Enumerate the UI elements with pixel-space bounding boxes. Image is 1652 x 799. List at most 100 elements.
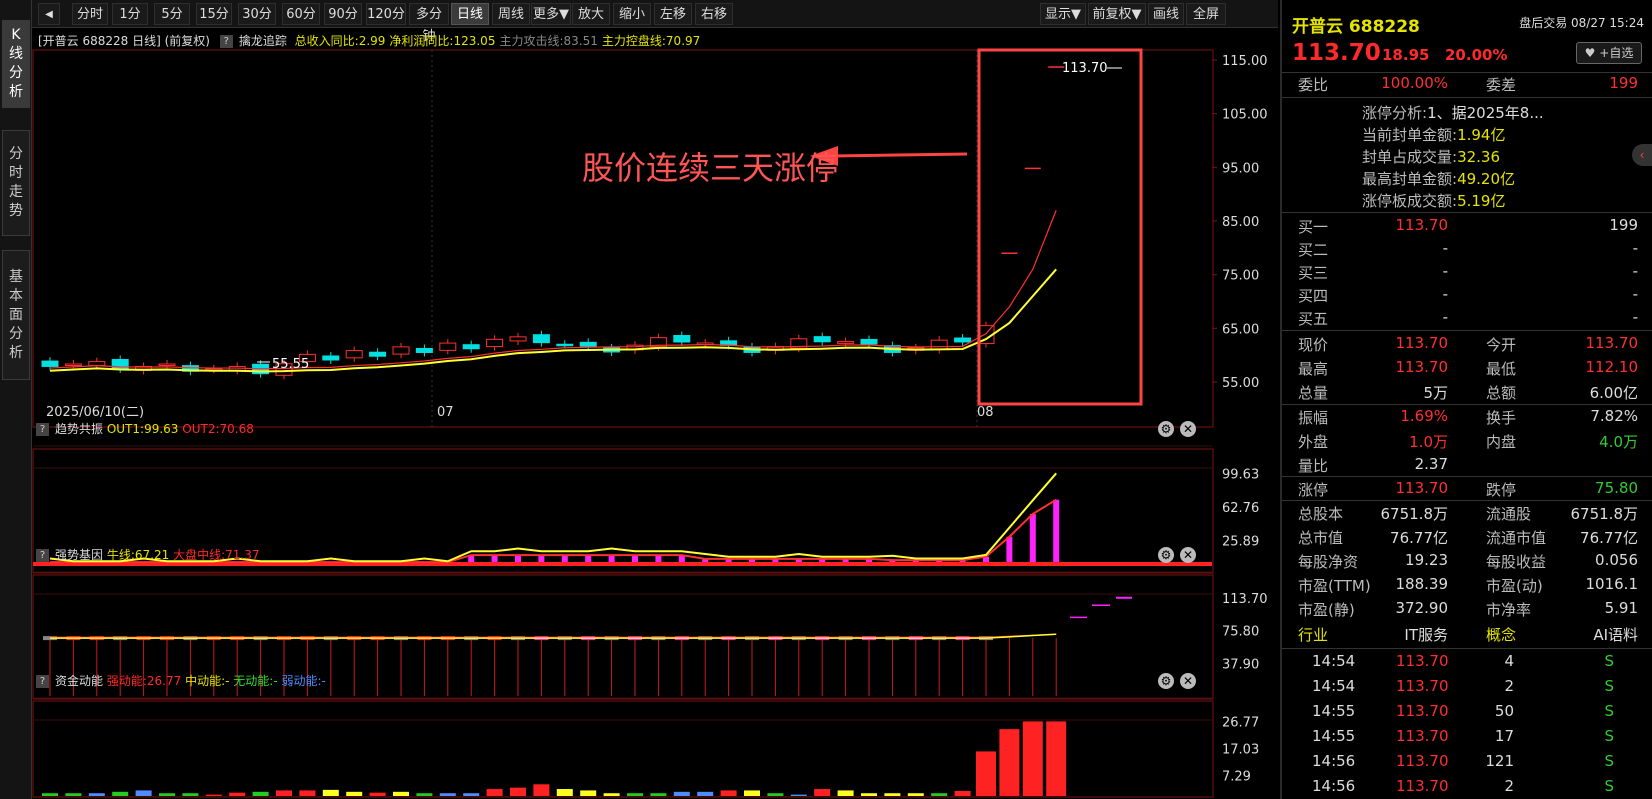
- toolbar-button[interactable]: 显示▼: [1040, 3, 1086, 25]
- panel2-market-line: [50, 633, 1057, 638]
- panel2-y-tick: 37.90: [1222, 657, 1259, 672]
- period-button[interactable]: 日线: [451, 3, 489, 25]
- stat-value: 112.10: [1585, 358, 1639, 376]
- chart-title: [开普云 688228 日线] (前复权): [38, 34, 210, 48]
- period-button[interactable]: 放大: [572, 3, 610, 25]
- period-button[interactable]: 左移: [654, 3, 692, 25]
- tick-row: 14:54 113.70 2 S: [1282, 677, 1652, 701]
- tick-volume: 17: [1494, 727, 1514, 745]
- analysis-value: 49.20亿: [1457, 170, 1516, 188]
- toolbar-button[interactable]: 画线: [1148, 3, 1184, 25]
- last-price: 113.70: [1292, 40, 1381, 66]
- panel3-bar: [1046, 721, 1067, 796]
- stat-label: 现价: [1298, 336, 1329, 354]
- help-icon[interactable]: ?: [219, 35, 233, 48]
- stat-value: 113.70: [1585, 334, 1639, 352]
- tab-k-line[interactable]: K线分析: [2, 20, 30, 108]
- panel3-y-tick: 17.03: [1222, 743, 1259, 758]
- stat-label: 市盈(TTM): [1298, 577, 1371, 595]
- panel3-bar: [1022, 721, 1043, 796]
- panel2-name: 强势基因: [55, 548, 104, 562]
- panel3-weak: 弱动能:-: [281, 674, 326, 688]
- tick-volume: 4: [1504, 652, 1514, 670]
- book-price: -: [1442, 262, 1448, 280]
- tab-intraday[interactable]: 分时走势: [2, 130, 30, 236]
- period-button[interactable]: 分时: [72, 3, 108, 25]
- add-watchlist-button[interactable]: ♥ +自选: [1576, 42, 1642, 64]
- stat-label: 振幅: [1298, 409, 1329, 427]
- indicator-value: 主力攻击线:83.51: [499, 34, 598, 48]
- tick-volume: 2: [1504, 677, 1514, 695]
- help-icon[interactable]: ?: [36, 675, 49, 688]
- tab-fundamentals[interactable]: 基本面分析: [2, 250, 30, 380]
- period-button[interactable]: 右移: [695, 3, 733, 25]
- gear-icon[interactable]: ⚙: [1158, 547, 1174, 563]
- panel3-bar: [510, 787, 526, 796]
- limit-up-analysis-row: 涨停板成交额:5.19亿: [1362, 190, 1505, 211]
- period-button[interactable]: 15分: [196, 3, 232, 25]
- period-button[interactable]: 60分: [282, 3, 320, 25]
- collapse-arrow-icon[interactable]: ‹: [1632, 144, 1652, 166]
- order-book-row: 买一 113.70 199: [1282, 216, 1652, 240]
- stat-label: 市盈(静): [1298, 601, 1355, 619]
- tick-price: 113.70: [1396, 702, 1449, 720]
- x-axis-tick: 07: [437, 405, 454, 420]
- book-level: 买四: [1298, 287, 1329, 305]
- period-button[interactable]: 90分: [324, 3, 362, 25]
- help-icon[interactable]: ?: [36, 423, 49, 436]
- panel3-header: ? 资金动能 强动能:26.77 中动能:- 无动能:- 弱动能:-: [36, 672, 326, 689]
- concept-value[interactable]: AI语料: [1593, 624, 1638, 645]
- stat-label: 总股本: [1298, 505, 1344, 523]
- panel3-name: 资金动能: [55, 674, 104, 688]
- low-price-label: 55.55: [272, 357, 309, 372]
- panel1-y-tick: 25.89: [1222, 534, 1259, 549]
- panel3-bar: [744, 790, 760, 796]
- industry-value[interactable]: IT服务: [1404, 624, 1448, 645]
- stat-label: 换手: [1486, 409, 1517, 427]
- back-icon[interactable]: ◀: [38, 3, 60, 25]
- panel2-bull-line: 牛线:67.21: [106, 548, 170, 562]
- analysis-value: 1.94亿: [1457, 126, 1506, 144]
- period-button[interactable]: 周线: [492, 3, 530, 25]
- stat-label: 最低: [1486, 360, 1517, 378]
- gear-icon[interactable]: ⚙: [1158, 673, 1174, 689]
- high-price-label: 113.70: [1062, 61, 1108, 76]
- close-icon[interactable]: ✕: [1180, 673, 1196, 689]
- tick-price: 113.70: [1396, 752, 1449, 770]
- period-button[interactable]: 更多▼: [531, 3, 571, 25]
- stat-value: 6.00亿: [1589, 384, 1638, 402]
- close-icon[interactable]: ✕: [1180, 421, 1196, 437]
- close-icon[interactable]: ✕: [1180, 547, 1196, 563]
- stat-label: 涨停: [1298, 481, 1329, 499]
- industry-row: 行业 IT服务 概念 AI语料: [1282, 624, 1652, 648]
- stat-label: 每股净资: [1298, 553, 1359, 571]
- period-button[interactable]: 多分钟: [409, 3, 449, 44]
- order-book-row: 买二 - -: [1282, 239, 1652, 263]
- ma-red-line: [49, 210, 1057, 370]
- panel3-strong: 强动能:26.77: [106, 674, 182, 688]
- candle-body: [509, 336, 527, 342]
- period-button[interactable]: 缩小: [613, 3, 651, 25]
- toolbar-button[interactable]: 前复权▼: [1088, 3, 1146, 25]
- panel3-bar: [205, 794, 222, 796]
- analysis-key: 涨停分析:: [1362, 104, 1428, 122]
- period-button[interactable]: 5分: [154, 3, 190, 25]
- period-button[interactable]: 1分: [112, 3, 148, 25]
- panel2-y-tick: 75.80: [1222, 625, 1259, 640]
- panel3-bar: [369, 792, 386, 796]
- stat-label: 外盘: [1298, 433, 1329, 451]
- order-book-row: 买五 - -: [1282, 308, 1652, 332]
- candle-body: [462, 344, 480, 350]
- help-icon[interactable]: ?: [36, 549, 49, 562]
- panel3-bar: [627, 793, 643, 796]
- candle-body: [88, 361, 106, 367]
- analysis-key: 当前封单金额:: [1362, 126, 1458, 144]
- period-button[interactable]: 120分: [366, 3, 406, 25]
- period-button[interactable]: 30分: [238, 3, 276, 25]
- book-price: -: [1442, 239, 1448, 257]
- toolbar-button[interactable]: 全屏: [1186, 3, 1226, 25]
- panel3-bar: [88, 793, 105, 796]
- trade-status: 盘后交易 08/27 15:24: [1519, 16, 1644, 30]
- candle-body: [532, 334, 550, 344]
- gear-icon[interactable]: ⚙: [1158, 421, 1174, 437]
